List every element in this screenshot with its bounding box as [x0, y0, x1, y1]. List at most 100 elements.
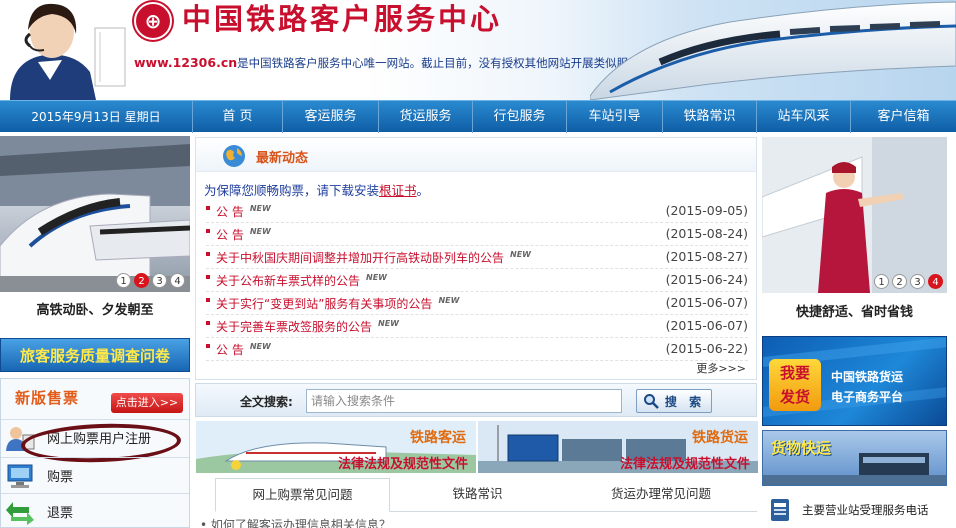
news-panel: 最新动态 为保障您顺畅购票，请下载安装根证书。 公 告 NEW (2015-09-… — [195, 137, 757, 380]
passenger-law-banner[interactable]: 铁路客运 法律法规及规范性文件 — [196, 421, 476, 473]
news-bullet — [206, 298, 210, 302]
freight-law-banner[interactable]: 铁路货运 法律法规及规范性文件 — [478, 421, 758, 473]
right-slide-page-4[interactable]: 4 — [928, 274, 943, 289]
tab-online-ticket-faq[interactable]: 网上购票常见问题 — [215, 478, 390, 512]
news-title: 最新动态 — [256, 151, 309, 166]
news-item-link[interactable]: 公 告 NEW — [216, 203, 271, 220]
new-badge-icon: NEW — [378, 319, 399, 328]
faq-item-text[interactable]: • 如何了解客运办理信息相关信息？ — [200, 516, 391, 528]
news-bullet — [206, 229, 210, 233]
nav-home[interactable]: 首 页 — [192, 100, 282, 133]
news-item-text[interactable]: 公 告 — [216, 343, 244, 357]
nav-passenger-service[interactable]: 客运服务 — [282, 100, 378, 133]
ship-goods-line1[interactable]: 我要 — [769, 361, 821, 385]
freight-category-label[interactable]: 铁路货运 — [692, 427, 748, 447]
refund-ticket-link[interactable]: 退票 — [1, 493, 189, 528]
right-slide-page-2[interactable]: 2 — [892, 274, 907, 289]
left-slideshow[interactable]: 1 2 3 4 — [0, 136, 190, 292]
computer-icon — [7, 464, 33, 488]
globe-icon — [223, 145, 245, 167]
passenger-category-label[interactable]: 铁路客运 — [410, 427, 466, 447]
left-slide-page-1[interactable]: 1 — [116, 273, 131, 288]
passenger-law-label[interactable]: 法律法规及规范性文件 — [338, 453, 468, 472]
news-item-text[interactable]: 公 告 — [216, 205, 244, 219]
left-slide-page-4[interactable]: 4 — [170, 273, 185, 288]
news-item-link[interactable]: 关于完善车票改签服务的公告 NEW — [216, 318, 399, 335]
register-user-link[interactable]: 网上购票用户注册 — [1, 419, 189, 455]
search-button-label[interactable]: 搜 索 — [665, 393, 705, 410]
news-intro-text: 为保障您顺畅购票，请下载安装 — [204, 183, 380, 198]
express-freight-title[interactable]: 货物快运 — [771, 437, 831, 458]
station-hotline-link[interactable]: 主要营业站受理服务电话 — [762, 492, 947, 528]
news-item-link[interactable]: 关于实行“变更到站”服务有关事项的公告 NEW — [216, 295, 459, 312]
high-speed-train-image — [590, 1, 956, 100]
tab-freight-faq[interactable]: 货运办理常见问题 — [565, 478, 757, 512]
news-item-text[interactable]: 关于公布新车票式样的公告 — [216, 274, 360, 288]
root-certificate-link[interactable]: 根证书 — [379, 183, 417, 198]
header-banner: ⊕ 中国铁路客户服务中心 www.12306.cn是中国铁路客户服务中心唯一网站… — [0, 0, 956, 100]
news-item-link[interactable]: 关于公布新车票式样的公告 NEW — [216, 272, 387, 289]
buy-ticket-link[interactable]: 购票 — [1, 457, 189, 493]
nav-parcel-service[interactable]: 行包服务 — [472, 100, 566, 133]
survey-banner-link[interactable]: 旅客服务质量调查问卷 — [0, 338, 190, 372]
more-news-link[interactable]: 更多>>> — [696, 360, 746, 376]
site-url[interactable]: www.12306.cn — [134, 55, 237, 70]
new-badge-icon: NEW — [366, 273, 387, 282]
freight-platform-line2: 电子商务平台 — [831, 390, 904, 404]
news-item-text[interactable]: 关于中秋国庆期间调整并增加开行高铁动卧列车的公告 — [216, 251, 504, 265]
railway-logo-icon: ⊕ — [134, 2, 172, 40]
freight-platform-text: 中国铁路货运 电子商务平台 — [831, 367, 903, 407]
enter-ticketing-button[interactable]: 点击进入>> — [111, 393, 183, 413]
freight-law-label[interactable]: 法律法规及规范性文件 — [620, 453, 750, 472]
news-item-link[interactable]: 公 告 NEW — [216, 341, 271, 358]
express-freight-banner[interactable]: 货物快运 — [762, 430, 947, 486]
news-item: 公 告 NEW (2015-08-24) — [206, 224, 748, 246]
current-date: 2015年9月13日 星期日 — [31, 110, 161, 124]
left-slide-caption[interactable]: 高铁动卧、夕发朝至 — [0, 296, 190, 326]
right-slide-caption[interactable]: 快捷舒适、省时省钱 — [762, 298, 947, 328]
station-hotline-label[interactable]: 主要营业站受理服务电话 — [802, 502, 929, 518]
news-item: 关于完善车票改签服务的公告 NEW (2015-06-07) — [206, 316, 748, 338]
register-user-label[interactable]: 网上购票用户注册 — [47, 428, 151, 447]
ship-goods-line2[interactable]: 发货 — [769, 385, 821, 409]
right-slide-pager: 1 2 3 4 — [874, 274, 943, 289]
news-item-date: (2015-06-22) — [665, 341, 748, 356]
search-button[interactable]: 搜 索 — [636, 389, 712, 413]
news-item-date: (2015-09-05) — [665, 203, 748, 218]
left-slide-page-2[interactable]: 2 — [134, 273, 149, 288]
ship-goods-badge[interactable]: 我要 发货 — [769, 359, 821, 411]
news-item-text[interactable]: 关于完善车票改签服务的公告 — [216, 320, 372, 334]
nav-customer-mailbox[interactable]: 客户信箱 — [850, 100, 956, 133]
news-item-text[interactable]: 关于实行“变更到站”服务有关事项的公告 — [216, 297, 432, 311]
nav-freight-service[interactable]: 货运服务 — [378, 100, 472, 133]
nav-railway-knowledge[interactable]: 铁路常识 — [662, 100, 756, 133]
news-item-link[interactable]: 关于中秋国庆期间调整并增加开行高铁动卧列车的公告 NEW — [216, 249, 531, 266]
nav-station-guide[interactable]: 车站引导 — [566, 100, 662, 133]
news-bullet — [206, 321, 210, 325]
news-item-link[interactable]: 公 告 NEW — [216, 226, 271, 243]
refund-arrow-icon — [6, 501, 34, 525]
news-item-text[interactable]: 公 告 — [216, 228, 244, 242]
new-badge-icon: NEW — [249, 204, 271, 213]
news-item: 关于公布新车票式样的公告 NEW (2015-06-24) — [206, 270, 748, 292]
news-header: 最新动态 — [196, 138, 756, 172]
nav-station-gallery[interactable]: 站车风采 — [756, 100, 850, 133]
freight-ecommerce-banner[interactable]: 我要 发货 中国铁路货运 电子商务平台 — [762, 336, 947, 426]
buy-ticket-label[interactable]: 购票 — [47, 466, 73, 485]
search-label: 全文搜索: — [240, 395, 293, 409]
right-slideshow[interactable]: 1 2 3 4 — [762, 137, 947, 293]
left-slide-page-3[interactable]: 3 — [152, 273, 167, 288]
tab-railway-knowledge[interactable]: 铁路常识 — [390, 478, 565, 512]
news-item: 公 告 NEW (2015-06-22) — [206, 339, 748, 361]
new-badge-icon: NEW — [249, 342, 271, 351]
search-input[interactable] — [306, 389, 622, 413]
main-navbar: 2015年9月13日 星期日 首 页 客运服务 货运服务 行包服务 车站引导 铁… — [0, 100, 956, 133]
faq-first-item[interactable]: • 如何了解客运办理信息相关信息？ — [200, 512, 757, 528]
right-slide-page-3[interactable]: 3 — [910, 274, 925, 289]
bullet-train-photo — [0, 136, 190, 292]
fulltext-search-bar: 全文搜索: 搜 索 — [195, 383, 757, 417]
right-slide-page-1[interactable]: 1 — [874, 274, 889, 289]
refund-ticket-label[interactable]: 退票 — [47, 502, 73, 521]
new-badge-icon: NEW — [249, 227, 271, 236]
news-bullet — [206, 275, 210, 279]
